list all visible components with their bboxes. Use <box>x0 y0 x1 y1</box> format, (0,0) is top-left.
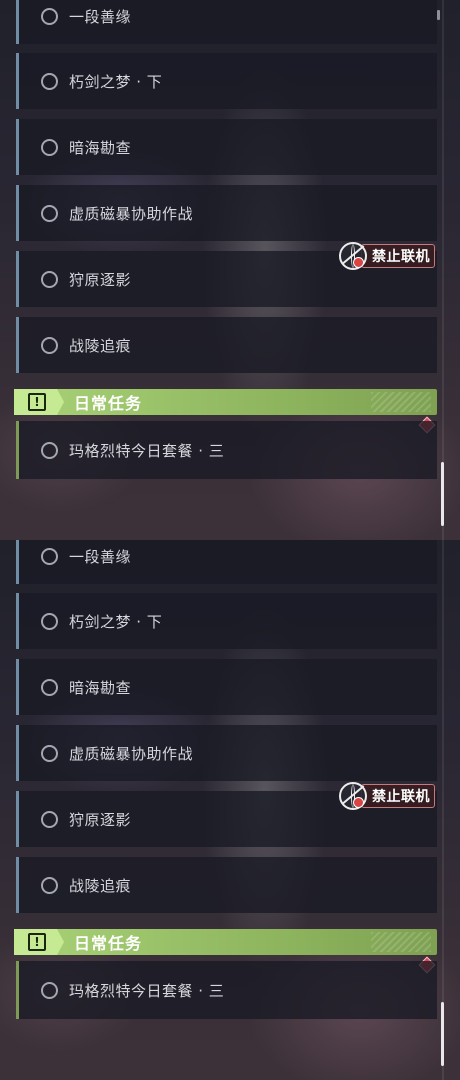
daily-quest-item[interactable]: 玛格烈特今日套餐 · 三 <box>16 961 437 1019</box>
quest-label: 狩原逐影 <box>69 270 132 289</box>
quest-label: 战陵追痕 <box>69 876 132 895</box>
no-coop-badge: 禁止联机 <box>339 782 437 810</box>
globe-ban-icon <box>339 782 367 810</box>
quest-label: 玛格烈特今日套餐 · 三 <box>69 981 225 1000</box>
header-decoration <box>371 932 431 952</box>
globe-ban-icon <box>339 242 367 270</box>
status-circle-icon <box>41 744 58 762</box>
daily-quest-item[interactable]: 玛格烈特今日套餐 · 三 <box>16 421 437 479</box>
quest-label: 一段善缘 <box>69 7 132 26</box>
status-circle-icon <box>41 336 58 354</box>
quest-item[interactable]: 朽剑之梦 · 下 <box>16 593 437 649</box>
scrollbar-thumb[interactable] <box>441 462 444 526</box>
status-circle-icon <box>41 678 58 696</box>
quest-label: 战陵追痕 <box>69 336 132 355</box>
status-circle-icon <box>41 441 58 459</box>
quest-label: 一段善缘 <box>69 547 132 566</box>
quest-label: 虚质磁暴协助作战 <box>69 204 194 223</box>
warning-icon: ! <box>28 933 46 951</box>
quest-label: 暗海勘查 <box>69 138 132 157</box>
daily-section-header[interactable]: ! 日常任务 <box>14 389 437 415</box>
status-circle-icon <box>41 810 58 828</box>
no-coop-label: 禁止联机 <box>361 784 435 808</box>
scroll-top-tick <box>437 10 440 20</box>
status-circle-icon <box>41 138 58 156</box>
quest-label: 朽剑之梦 · 下 <box>69 612 163 631</box>
quest-item[interactable]: 暗海勘查 <box>16 119 437 175</box>
panel-top: 一段善缘 朽剑之梦 · 下 暗海勘查 虚质磁暴协助作战 狩原逐影 战陵追痕 禁止… <box>0 0 460 540</box>
panel-bottom: 一段善缘 朽剑之梦 · 下 暗海勘查 虚质磁暴协助作战 狩原逐影 战陵追痕 禁止… <box>0 540 460 1080</box>
no-coop-badge: 禁止联机 <box>339 242 437 270</box>
quest-item[interactable]: 一段善缘 <box>16 540 437 584</box>
status-circle-icon <box>41 612 58 630</box>
section-title: 日常任务 <box>74 934 143 953</box>
quest-label: 玛格烈特今日套餐 · 三 <box>69 441 225 460</box>
quest-item[interactable]: 虚质磁暴协助作战 <box>16 725 437 781</box>
quest-label: 虚质磁暴协助作战 <box>69 744 194 763</box>
status-circle-icon <box>41 7 58 25</box>
status-circle-icon <box>41 981 58 999</box>
section-title: 日常任务 <box>74 394 143 413</box>
header-decoration <box>371 392 431 412</box>
status-circle-icon <box>41 270 58 288</box>
no-coop-label: 禁止联机 <box>361 244 435 268</box>
status-circle-icon <box>41 876 58 894</box>
scrollbar-track[interactable] <box>442 0 444 540</box>
warning-icon: ! <box>28 393 46 411</box>
status-circle-icon <box>41 547 58 565</box>
quest-label: 暗海勘查 <box>69 678 132 697</box>
scrollbar-thumb[interactable] <box>441 1002 444 1066</box>
quest-item[interactable]: 虚质磁暴协助作战 <box>16 185 437 241</box>
quest-item[interactable]: 战陵追痕 <box>16 317 437 373</box>
quest-item[interactable]: 暗海勘查 <box>16 659 437 715</box>
quest-item[interactable]: 一段善缘 <box>16 0 437 44</box>
scrollbar-track[interactable] <box>442 540 444 1080</box>
quest-label: 朽剑之梦 · 下 <box>69 72 163 91</box>
quest-label: 狩原逐影 <box>69 810 132 829</box>
status-circle-icon <box>41 204 58 222</box>
daily-section-header[interactable]: ! 日常任务 <box>14 929 437 955</box>
status-circle-icon <box>41 72 58 90</box>
quest-item[interactable]: 朽剑之梦 · 下 <box>16 53 437 109</box>
quest-item[interactable]: 战陵追痕 <box>16 857 437 913</box>
